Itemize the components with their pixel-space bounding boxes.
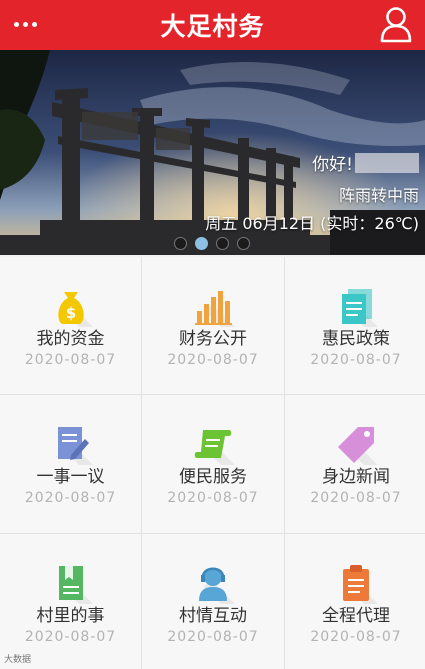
- greeting-text: 你好!: [312, 150, 419, 175]
- banner-carousel[interactable]: 你好! 阵雨转中雨 周五 06月12日 (实时：26℃): [0, 50, 425, 255]
- bar-chart-icon: [191, 283, 235, 327]
- service-label: 村情互动: [179, 606, 247, 626]
- user-profile-icon[interactable]: [379, 6, 413, 44]
- service-tile[interactable]: 村里的事 2020-08-07: [0, 534, 141, 669]
- greeting-label: 你好!: [312, 155, 353, 175]
- service-date: 2020-08-07: [167, 490, 259, 506]
- carousel-dot[interactable]: [216, 237, 229, 250]
- scroll-icon: [191, 421, 235, 465]
- service-tile[interactable]: 财务公开 2020-08-07: [142, 257, 284, 394]
- edit-document-icon: [49, 421, 93, 465]
- service-label: 身边新闻: [322, 467, 390, 487]
- bookmark-document-icon: [49, 560, 93, 604]
- more-dots-icon[interactable]: [14, 14, 42, 34]
- service-tile[interactable]: 便民服务 2020-08-07: [142, 395, 284, 533]
- weather-text: 阵雨转中雨: [338, 186, 419, 205]
- service-tile[interactable]: 惠民政策 2020-08-07: [285, 257, 425, 394]
- carousel-dot[interactable]: [237, 237, 250, 250]
- carousel-dot[interactable]: [174, 237, 187, 250]
- carousel-dot[interactable]: [195, 237, 208, 250]
- service-label: 全程代理: [322, 606, 390, 626]
- username-redacted: [355, 152, 419, 173]
- service-date: 2020-08-07: [167, 629, 259, 645]
- date-temperature-text: 周五 06月12日 (实时：26℃): [205, 214, 419, 233]
- service-date: 2020-08-07: [310, 352, 402, 368]
- service-label: 财务公开: [179, 329, 247, 349]
- svg-text:$: $: [65, 304, 75, 322]
- service-date: 2020-08-07: [24, 352, 117, 368]
- service-tile[interactable]: 全程代理 2020-08-07: [285, 534, 425, 669]
- app-title: 大足村务: [160, 12, 265, 41]
- carousel-indicator: [174, 237, 250, 250]
- service-tile[interactable]: $ 我的资金 2020-08-07: [0, 257, 141, 394]
- service-tile[interactable]: 身边新闻 2020-08-07: [285, 395, 425, 533]
- watermark: 大数据: [4, 655, 32, 665]
- documents-icon: [334, 283, 378, 327]
- service-label: 村里的事: [36, 606, 105, 626]
- service-date: 2020-08-07: [310, 490, 402, 506]
- service-date: 2020-08-07: [310, 629, 402, 645]
- customer-service-icon: [191, 560, 235, 604]
- service-tile[interactable]: 一事一议 2020-08-07: [0, 395, 141, 533]
- service-label: 便民服务: [179, 467, 247, 487]
- service-label: 我的资金: [36, 329, 105, 349]
- service-date: 2020-08-07: [24, 490, 117, 506]
- app-header: 大足村务: [0, 0, 425, 50]
- service-date: 2020-08-07: [167, 352, 259, 368]
- service-label: 一事一议: [36, 467, 105, 487]
- service-tile[interactable]: 村情互动 2020-08-07: [142, 534, 284, 669]
- clipboard-icon: [334, 560, 378, 604]
- service-label: 惠民政策: [322, 329, 390, 349]
- money-bag-icon: $: [49, 283, 93, 327]
- service-grid: $ 我的资金 2020-08-07 财务公开 2020-08-07 惠民政策 2020-08…: [0, 257, 425, 669]
- service-date: 2020-08-07: [24, 629, 117, 645]
- tag-icon: [334, 421, 378, 465]
